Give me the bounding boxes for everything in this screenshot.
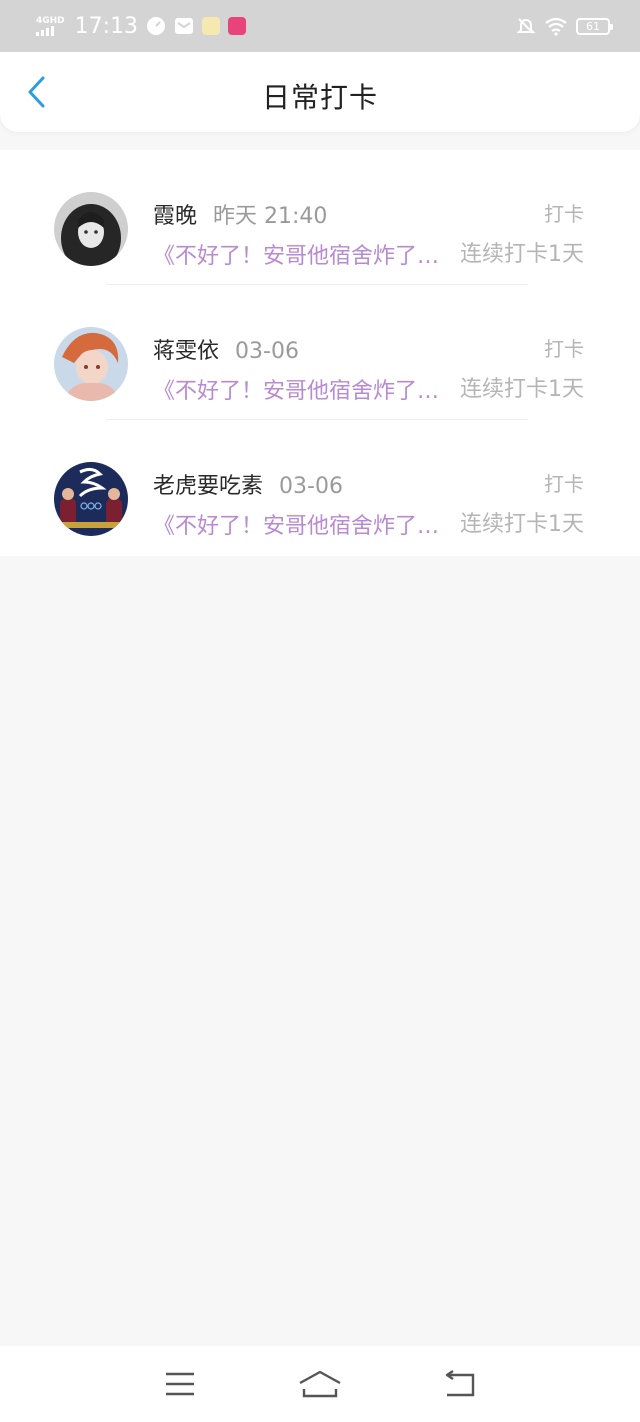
mail-icon: [175, 18, 194, 34]
action-label: 打卡: [544, 472, 584, 496]
battery-icon: 61: [576, 17, 613, 35]
post-time: 03-06: [279, 474, 343, 499]
page: 4GHD 17:13 61 日常打卡 霞晚 昨天 21:40 打卡 《不好了！安…: [0, 0, 640, 1422]
avatar[interactable]: [54, 462, 128, 536]
user-name-row: 蒋雯依 03-06: [153, 333, 299, 365]
status-bar: 4GHD 17:13 61: [0, 0, 640, 52]
post-time: 03-06: [235, 339, 299, 364]
content-link[interactable]: 《不好了！安哥他宿舍炸了…: [153, 238, 443, 270]
back-icon: [445, 1370, 475, 1397]
battery-level: 61: [586, 19, 600, 33]
system-nav-bar: [0, 1346, 640, 1422]
status-time: 17:13: [74, 13, 139, 39]
streak-label: 连续打卡1天: [460, 512, 584, 537]
post-time: 昨天 21:40: [213, 204, 328, 229]
list-item[interactable]: 蒋雯依 03-06 打卡 《不好了！安哥他宿舍炸了… 连续打卡1天: [0, 285, 640, 420]
list-item[interactable]: 老虎要吃素 03-06 打卡 《不好了！安哥他宿舍炸了… 连续打卡1天: [0, 420, 640, 555]
page-title: 日常打卡: [261, 81, 378, 114]
content-link[interactable]: 《不好了！安哥他宿舍炸了…: [153, 373, 443, 405]
network-indicator: 4GHD: [36, 16, 65, 36]
action-label: 打卡: [544, 337, 584, 361]
status-right: 61: [516, 16, 613, 36]
avatar[interactable]: [54, 327, 128, 401]
home-icon: [299, 1370, 341, 1398]
app-notification-icon: [202, 17, 221, 35]
app-notification-icon: [228, 17, 247, 35]
menu-icon: [166, 1372, 194, 1396]
streak-label: 连续打卡1天: [460, 377, 584, 402]
checkin-list: 霞晚 昨天 21:40 打卡 《不好了！安哥他宿舍炸了… 连续打卡1天 蒋雯依 03…: [0, 150, 640, 556]
signal-icon: [36, 26, 65, 36]
list-item[interactable]: 霞晚 昨天 21:40 打卡 《不好了！安哥他宿舍炸了… 连续打卡1天: [0, 150, 640, 285]
header: 日常打卡: [0, 52, 640, 132]
menu-button[interactable]: [155, 1364, 205, 1404]
home-button[interactable]: [295, 1364, 345, 1404]
network-type: 4GHD: [36, 16, 65, 26]
wifi-icon: [545, 17, 567, 36]
content-link[interactable]: 《不好了！安哥他宿舍炸了…: [153, 508, 443, 540]
streak-label: 连续打卡1天: [460, 242, 584, 267]
mute-bell-icon: [516, 18, 536, 34]
user-name-row: 老虎要吃素 03-06: [153, 468, 343, 500]
user-name: 霞晚: [153, 204, 198, 229]
user-name-row: 霞晚 昨天 21:40: [153, 198, 327, 230]
back-nav-button[interactable]: [435, 1364, 485, 1404]
action-label: 打卡: [544, 202, 584, 226]
user-name: 老虎要吃素: [153, 474, 264, 499]
status-left: 4GHD 17:13: [36, 13, 247, 39]
user-name: 蒋雯依: [153, 339, 220, 364]
avatar[interactable]: [54, 192, 128, 266]
clock-icon: [147, 17, 166, 35]
